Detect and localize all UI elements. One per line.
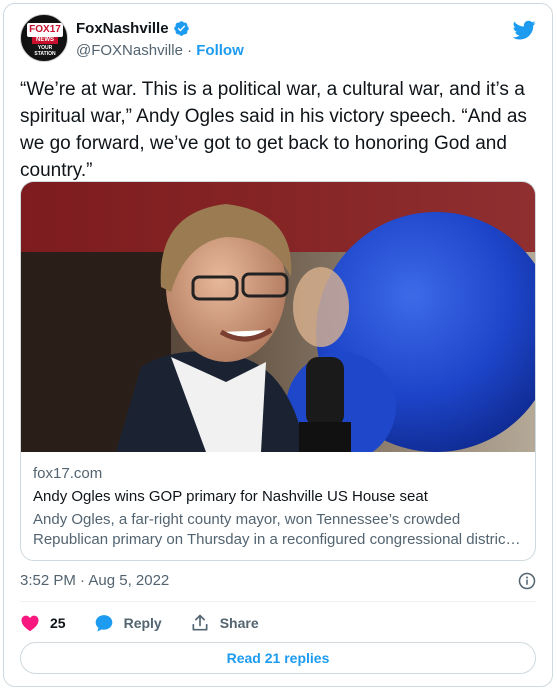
heart-icon	[21, 615, 39, 631]
share-icon	[192, 614, 208, 631]
read-replies-button[interactable]: Read 21 replies	[20, 642, 536, 674]
card-title[interactable]: Andy Ogles wins GOP primary for Nashvill…	[33, 486, 523, 508]
display-name[interactable]: FoxNashville	[76, 20, 169, 37]
card-domain: fox17.com	[33, 465, 103, 482]
twitter-bird-icon[interactable]	[512, 18, 536, 42]
timestamp[interactable]: 3:52 PM · Aug 5, 2022	[20, 572, 169, 589]
timestamp-row: 3:52 PM · Aug 5, 2022	[20, 570, 536, 592]
handle[interactable]: @FOXNashville	[76, 42, 183, 59]
share-label: Share	[219, 615, 259, 631]
link-card[interactable]: fox17.com Andy Ogles wins GOP primary fo…	[20, 181, 536, 561]
divider	[20, 601, 536, 602]
reply-bubble-icon	[95, 615, 112, 632]
tweet-actions: 25 Reply Share	[20, 610, 287, 636]
tweet-card: FOX17 NEWS YOUR STATION FoxNashville @FO…	[3, 3, 553, 687]
info-icon[interactable]	[518, 572, 536, 590]
avatar-logo-news: NEWS	[32, 37, 58, 44]
card-meta: fox17.com Andy Ogles wins GOP primary fo…	[33, 464, 523, 550]
tweet-text: “We’re at war. This is a political war, …	[20, 79, 527, 181]
card-image[interactable]	[21, 182, 536, 452]
follow-button[interactable]: Follow	[196, 42, 244, 59]
avatar-logo: FOX17	[27, 23, 63, 37]
handle-line: @FOXNashville · Follow	[76, 42, 244, 59]
tweet-header: FOX17 NEWS YOUR STATION FoxNashville @FO…	[20, 14, 536, 66]
separator: ·	[187, 42, 193, 59]
card-description-continued: Republican primary on Thursday in a reco…	[33, 531, 523, 548]
card-description: Andy Ogles, a far-right county mayor, wo…	[33, 511, 461, 528]
author-name-line: FoxNashville	[76, 20, 190, 37]
like-count: 25	[50, 615, 66, 631]
reply-button[interactable]: Reply	[94, 613, 162, 633]
share-button[interactable]: Share	[190, 613, 259, 633]
like-button[interactable]: 25	[20, 613, 66, 633]
avatar[interactable]: FOX17 NEWS YOUR STATION	[20, 14, 68, 62]
verified-icon	[173, 21, 189, 36]
avatar-logo-station: YOUR STATION	[34, 45, 56, 57]
reply-label: Reply	[123, 615, 162, 631]
